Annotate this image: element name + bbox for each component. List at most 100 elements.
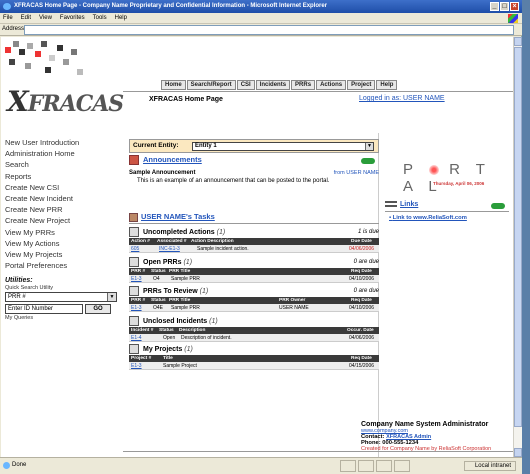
links-header[interactable]: Links <box>385 201 418 208</box>
collapse-toggle-icon[interactable] <box>491 203 505 209</box>
sidebar-item-view-projects[interactable]: View My Projects <box>5 249 123 260</box>
window-controls: _ □ × <box>490 2 519 11</box>
table-header: PRR # Status PRR Title PRR Owner Req Dat… <box>129 297 379 304</box>
page-header: XFRACAS Home Search/Report CSI Incidents… <box>1 37 513 135</box>
browser-window: XFRACAS Home Page - Company Name Proprie… <box>0 0 522 474</box>
sidebar-item-portal-prefs[interactable]: Portal Preferences <box>5 260 123 271</box>
table-row[interactable]: 605 INC-E1-3 Sample incident action. 04/… <box>129 245 379 253</box>
menu-tools[interactable]: Tools <box>93 15 107 21</box>
announcements-title[interactable]: Announcements <box>143 155 202 164</box>
nav-csi[interactable]: CSI <box>236 80 255 90</box>
ie-icon <box>3 3 11 10</box>
nav-home[interactable]: Home <box>161 80 186 90</box>
menu-file[interactable]: File <box>3 15 13 21</box>
right-column: P R T A L Thursday, April 06, 2006 Links… <box>381 133 513 457</box>
uncompleted-actions-section: Uncompleted Actions (1) 1 is due Action #… <box>129 227 379 253</box>
created-by-line[interactable]: Created for Company Name by ReliaSoft Co… <box>361 446 511 452</box>
go-button[interactable]: GO <box>85 304 111 314</box>
table-row[interactable]: E1-3 Sample Project 04/15/2006 <box>129 362 379 370</box>
main-column: Current Entity: Entity 1 ▼ Announcements … <box>123 133 379 457</box>
nav-incidents[interactable]: Incidents <box>255 80 291 90</box>
portal-orb-icon <box>428 165 439 176</box>
scroll-thumb[interactable] <box>514 47 522 427</box>
announcements-header: Announcements <box>129 155 379 166</box>
menu-favorites[interactable]: Favorites <box>60 15 85 21</box>
announcement-body: This is an example of an announcement th… <box>137 178 330 184</box>
page-title: XFRACAS Home Page <box>149 96 223 103</box>
utilities-title: Utilities: <box>5 277 33 284</box>
current-entity-bar: Current Entity: Entity 1 ▼ <box>129 139 379 153</box>
table-row[interactable]: E1-4 Open Description of incident. 04/06… <box>129 334 379 342</box>
projects-icon <box>129 344 139 354</box>
maximize-button[interactable]: □ <box>500 2 509 11</box>
table-header: Action # Associated # Action Description… <box>129 238 379 245</box>
menu-edit[interactable]: Edit <box>21 15 31 21</box>
id-number-input[interactable]: Enter ID Number <box>5 304 83 314</box>
table-row[interactable]: E1-3 O4E Sample PRR USER NAME 04/10/2006 <box>129 304 379 312</box>
nav-help[interactable]: Help <box>376 80 398 90</box>
quick-search-type-select[interactable]: PRR # ▼ <box>5 292 117 302</box>
nav-actions[interactable]: Actions <box>316 80 347 90</box>
sidebar-item-create-incident[interactable]: Create New Incident <box>5 193 123 204</box>
sidebar-item-view-actions[interactable]: View My Actions <box>5 238 123 249</box>
nav-prrs[interactable]: PRRs <box>291 80 316 90</box>
menu-help[interactable]: Help <box>115 15 127 21</box>
sidebar-item-admin-home[interactable]: Administration Home <box>5 148 123 159</box>
scroll-down-button[interactable] <box>514 448 522 457</box>
tasks-divider <box>129 223 379 224</box>
announcement-title: Sample Announcement <box>129 170 196 176</box>
windows-flag-icon <box>508 14 518 23</box>
my-projects-section: My Projects (1) Project # Title Req Date… <box>129 344 379 370</box>
page-icon <box>3 462 10 469</box>
chevron-down-icon: ▼ <box>107 293 116 301</box>
close-button[interactable]: × <box>510 2 519 11</box>
logged-in-link[interactable]: Logged in as: USER NAME <box>359 95 445 102</box>
table-header: PRR # Status PRR Title Req Date <box>129 268 379 275</box>
tasks-header[interactable]: USER NAME's Tasks <box>129 212 215 222</box>
menu-view[interactable]: View <box>39 15 52 21</box>
status-cells <box>340 460 410 472</box>
nav-project[interactable]: Project <box>347 80 376 90</box>
scroll-up-button[interactable] <box>514 37 522 46</box>
utilities-panel: Utilities: Quick Search Utility PRR # ▼ E… <box>5 277 120 321</box>
links-icon <box>385 201 397 208</box>
minimize-button[interactable]: _ <box>490 2 499 11</box>
quick-search-link[interactable]: Quick Search Utility <box>5 285 120 291</box>
links-divider <box>385 211 509 212</box>
page-viewport: XFRACAS Home Search/Report CSI Incidents… <box>1 37 513 457</box>
open-prrs-section: Open PRRs (1) 0 are due PRR # Status PRR … <box>129 257 379 283</box>
header-divider <box>123 91 513 92</box>
sidebar-item-create-csi[interactable]: Create New CSI <box>5 182 123 193</box>
announcement-from[interactable]: from USER NAME <box>334 170 379 176</box>
address-bar: Address <box>0 24 522 36</box>
link-reliasoft[interactable]: ▪ Link to www.ReliaSoft.com <box>389 215 467 221</box>
nav-search-report[interactable]: Search/Report <box>186 80 236 90</box>
status-text: Done <box>12 462 27 468</box>
sidebar: New User Introduction Administration Hom… <box>5 137 123 271</box>
sidebar-item-create-prr[interactable]: Create New PRR <box>5 204 123 215</box>
entity-select[interactable]: Entity 1 ▼ <box>192 142 374 151</box>
portal-wordmark: P R T A L <box>403 161 491 195</box>
sidebar-item-reports[interactable]: Reports <box>5 171 123 182</box>
xfracas-logo[interactable]: XFRACAS <box>7 85 124 118</box>
megaphone-icon <box>129 155 139 166</box>
table-header: Project # Title Req Date <box>129 355 379 362</box>
table-header: Incident # Status Description Occur. Dat… <box>129 327 379 334</box>
collapse-toggle-icon[interactable] <box>361 158 375 164</box>
address-label: Address <box>2 26 25 32</box>
top-nav: Home Search/Report CSI Incidents PRRs Ac… <box>161 80 398 90</box>
menu-bar: File Edit View Favorites Tools Help <box>0 13 522 24</box>
content-area: Current Entity: Entity 1 ▼ Announcements … <box>123 133 513 457</box>
vertical-scrollbar[interactable] <box>513 37 522 457</box>
unclosed-incidents-section: Unclosed Incidents (1) Incident # Status… <box>129 316 379 342</box>
table-row[interactable]: E1-3 O4 Sample PRR 04/10/2006 <box>129 275 379 283</box>
sidebar-item-new-user-intro[interactable]: New User Introduction <box>5 137 123 148</box>
sidebar-item-view-prrs[interactable]: View My PRRs <box>5 227 123 238</box>
footer-admin-info: Company Name System Administrator www.co… <box>361 421 511 452</box>
window-title: XFRACAS Home Page - Company Name Proprie… <box>14 3 328 9</box>
my-queries-link[interactable]: My Queries <box>5 315 120 321</box>
sidebar-item-create-project[interactable]: Create New Project <box>5 215 123 226</box>
sidebar-item-search[interactable]: Search <box>5 159 123 170</box>
address-input[interactable] <box>24 25 514 35</box>
title-bar: XFRACAS Home Page - Company Name Proprie… <box>0 0 522 13</box>
